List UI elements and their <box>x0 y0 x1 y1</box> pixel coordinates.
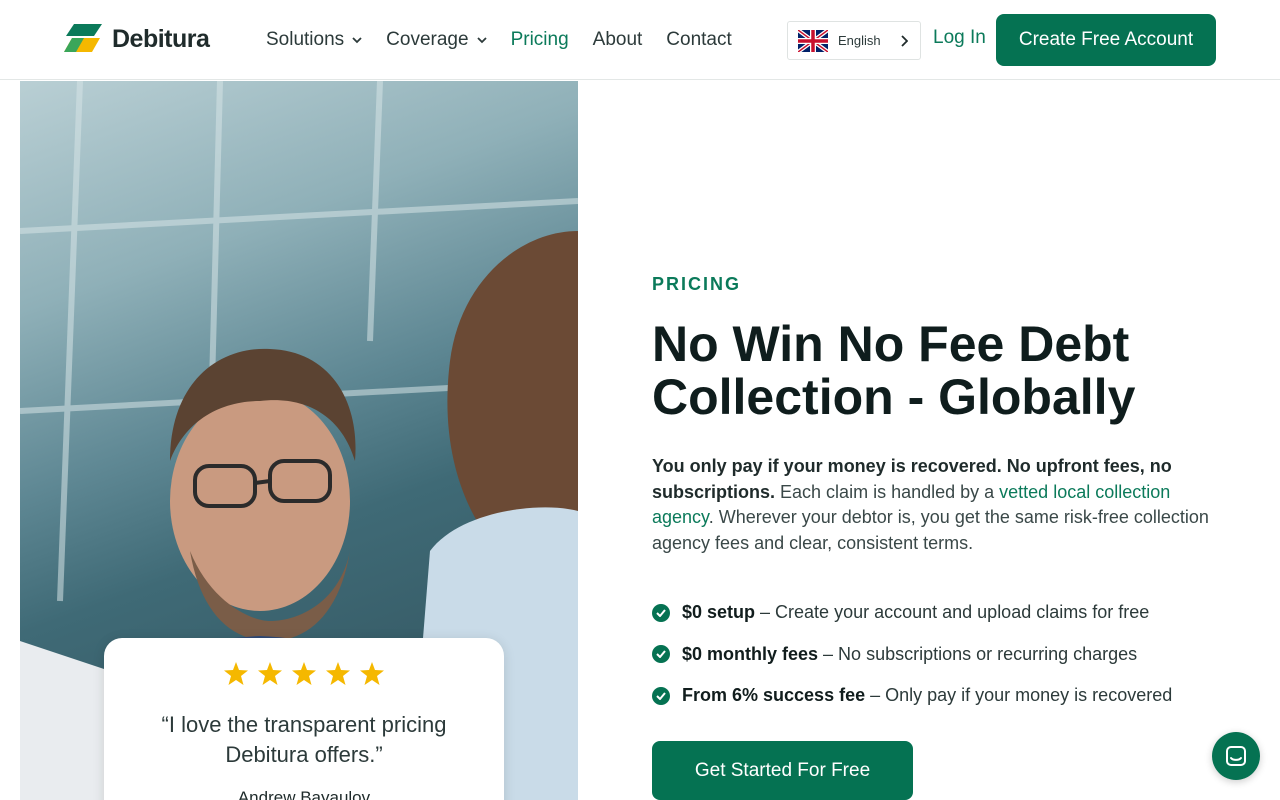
page-title: No Win No Fee Debt Collection - Globally <box>652 316 1136 425</box>
feature-detail: – No subscriptions or recurring charges <box>818 643 1138 664</box>
chat-icon <box>1226 746 1246 766</box>
desc-end: . Wherever your debtor is, you get the s… <box>652 507 1209 553</box>
review-quote: “I love the transparent pricing Debitura… <box>161 712 447 767</box>
chevron-right-icon <box>901 35 908 47</box>
main-nav: Solutions Coverage Pricing About Contact <box>266 0 732 80</box>
star-icon <box>292 662 316 685</box>
check-circle-icon <box>652 603 670 622</box>
desc-mid: Each claim is handled by a <box>775 481 1000 502</box>
check-circle-icon <box>652 645 670 664</box>
feature-detail: – Create your account and upload claims … <box>755 602 1150 623</box>
nav-solutions-label: Solutions <box>266 29 345 50</box>
list-item: $0 setup – Create your account and uploa… <box>652 592 1172 634</box>
section-eyebrow: PRICING <box>652 274 742 294</box>
nav-about[interactable]: About <box>593 29 643 51</box>
brand-logo[interactable]: Debitura <box>64 24 210 54</box>
nav-solutions[interactable]: Solutions <box>266 29 362 51</box>
nav-contact[interactable]: Contact <box>666 29 731 51</box>
rating-stars <box>104 662 504 685</box>
chat-launcher-button[interactable] <box>1212 732 1260 780</box>
feature-bold: $0 monthly fees <box>682 643 819 664</box>
list-item: $0 monthly fees – No subscriptions or re… <box>652 634 1172 676</box>
hero-description: You only pay if your money is recovered.… <box>652 454 1212 556</box>
star-icon <box>224 662 248 685</box>
check-circle-icon <box>652 686 670 705</box>
brand-name: Debitura <box>112 24 210 53</box>
star-icon <box>360 662 384 685</box>
feature-bold: From 6% success fee <box>682 685 866 706</box>
feature-detail: – Only pay if your money is recovered <box>865 685 1173 706</box>
review-author: Andrew Bayaulov <box>237 788 371 800</box>
nav-coverage-label: Coverage <box>386 29 469 50</box>
nav-contact-label: Contact <box>666 29 732 50</box>
feature-text: $0 setup – Create your account and uploa… <box>682 602 1149 623</box>
star-icon <box>326 662 350 685</box>
nav-coverage[interactable]: Coverage <box>386 29 487 51</box>
feature-bold: $0 setup <box>682 602 756 623</box>
feature-text: $0 monthly fees – No subscriptions or re… <box>682 644 1137 665</box>
login-link[interactable]: Log In <box>933 27 986 49</box>
debitura-logo-icon <box>64 24 102 52</box>
list-item: From 6% success fee – Only pay if your m… <box>652 675 1172 717</box>
nav-pricing-label: Pricing <box>510 29 569 50</box>
chevron-down-icon <box>476 37 487 44</box>
nav-about-label: About <box>592 29 643 50</box>
language-label: English <box>838 33 881 48</box>
get-started-button[interactable]: Get Started For Free <box>652 741 913 800</box>
feature-text: From 6% success fee – Only pay if your m… <box>682 685 1172 706</box>
chevron-down-icon <box>352 37 362 44</box>
site-header: Debitura Solutions Coverage Pricing Abou… <box>0 0 1280 80</box>
hero-photo: “I love the transparent pricing Debitura… <box>20 81 578 800</box>
star-icon <box>258 662 282 685</box>
review-card: “I love the transparent pricing Debitura… <box>104 638 504 800</box>
nav-pricing[interactable]: Pricing <box>511 29 569 51</box>
create-account-button[interactable]: Create Free Account <box>996 14 1216 66</box>
language-selector[interactable]: English <box>787 21 921 60</box>
uk-flag-icon <box>798 29 828 52</box>
feature-list: $0 setup – Create your account and uploa… <box>652 592 1172 717</box>
